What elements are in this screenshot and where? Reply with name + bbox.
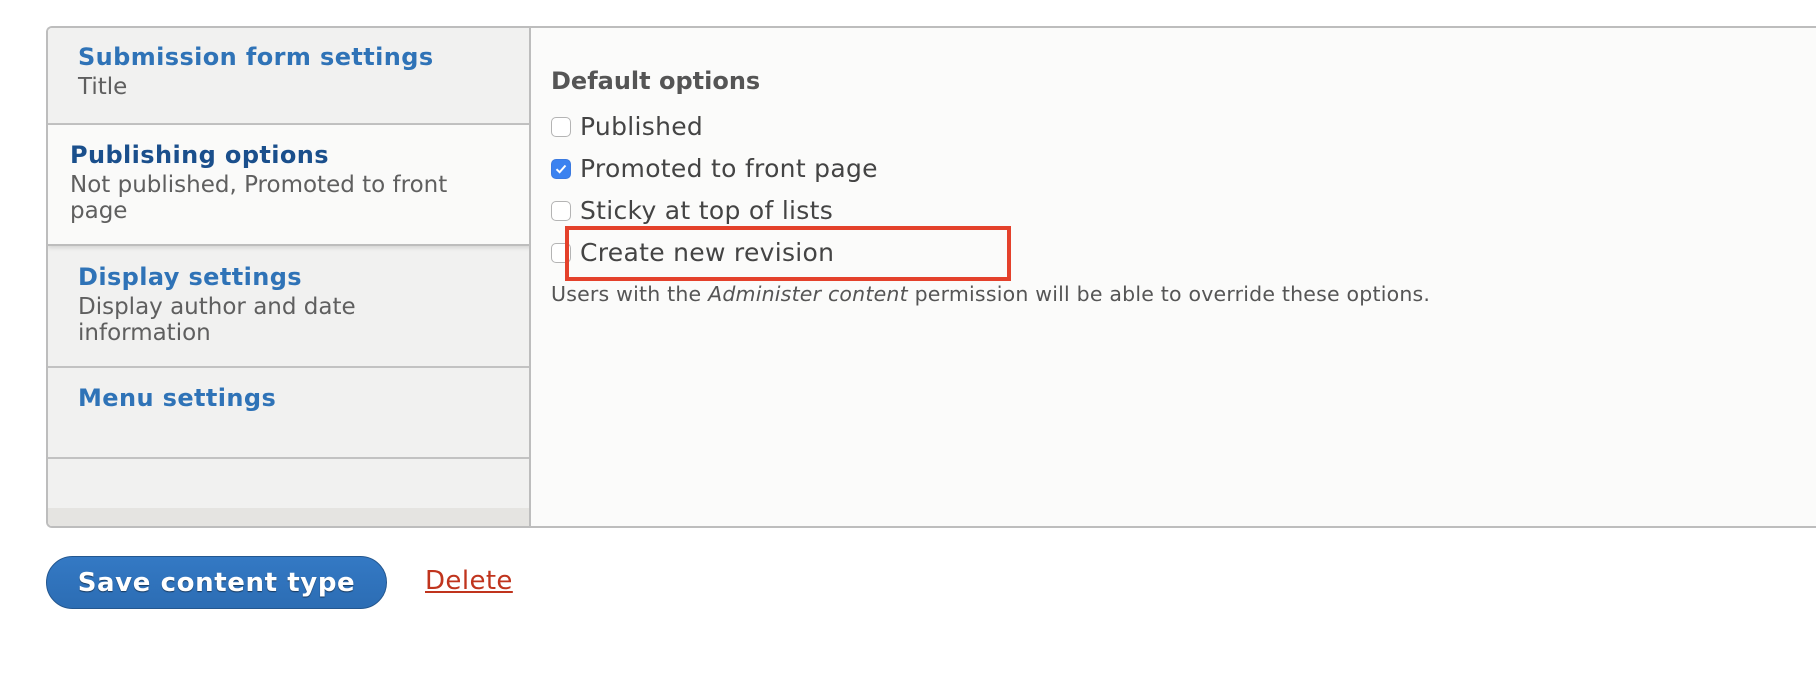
sticky-checkbox[interactable] (551, 200, 571, 221)
vertical-tabs-footer (48, 508, 529, 526)
tab-submission-form-settings[interactable]: Submission form settings Title (48, 28, 529, 125)
tab-display-settings[interactable]: Display settings Display author and date… (48, 246, 529, 368)
tab-title: Display settings (78, 263, 302, 291)
option-label: Create new revision (580, 238, 835, 267)
default-options-legend: Default options (551, 67, 761, 95)
tab-summary: Title (78, 74, 128, 100)
option-published[interactable]: Published (551, 112, 703, 141)
tab-title: Submission form settings (78, 43, 434, 71)
tab-menu-settings[interactable]: Menu settings (48, 368, 529, 459)
option-sticky-at-top-of-lists[interactable]: Sticky at top of lists (551, 196, 833, 225)
option-promoted-to-front-page[interactable]: Promoted to front page (551, 154, 878, 183)
description-text: permission will be able to override thes… (907, 282, 1431, 306)
permission-name: Administer content (708, 282, 908, 306)
option-label: Published (580, 112, 704, 141)
tab-summary: Not published, Promoted to front page (70, 172, 448, 224)
checkmark-icon (555, 164, 567, 174)
tab-title: Menu settings (78, 384, 277, 412)
create-revision-checkbox[interactable] (551, 242, 571, 263)
option-create-new-revision[interactable]: Create new revision (551, 238, 834, 267)
option-label: Sticky at top of lists (580, 196, 834, 225)
delete-link[interactable]: Delete (425, 566, 513, 596)
description-text: Users with the (551, 282, 709, 306)
vertical-tabs-menu: Submission form settings Title Publishin… (48, 28, 531, 526)
published-checkbox[interactable] (551, 116, 571, 137)
tab-publishing-options[interactable]: Publishing options Not published, Promot… (48, 125, 529, 246)
options-description: Users with the Administer content permis… (551, 282, 1430, 306)
option-label: Promoted to front page (580, 154, 878, 183)
tab-title: Publishing options (70, 141, 329, 169)
promoted-checkbox[interactable] (551, 158, 571, 179)
tab-summary: Display author and date information (78, 294, 356, 346)
save-content-type-button[interactable]: Save content type (46, 556, 387, 609)
vertical-tabs: Submission form settings Title Publishin… (46, 26, 1816, 528)
